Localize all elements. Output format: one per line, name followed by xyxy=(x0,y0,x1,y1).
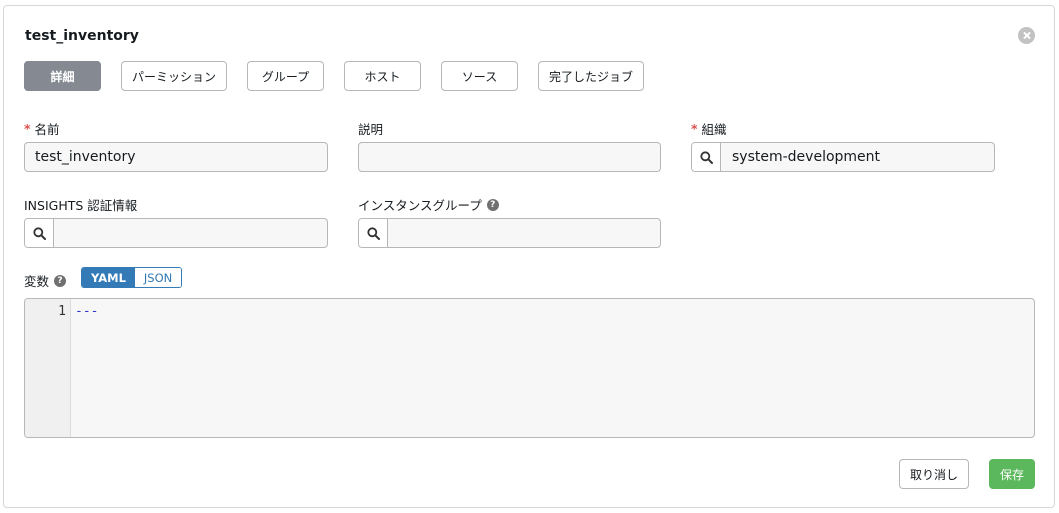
line-number: 1 xyxy=(58,304,66,319)
help-icon[interactable]: ? xyxy=(486,198,499,211)
json-toggle-button[interactable]: JSON xyxy=(134,268,182,287)
help-icon[interactable]: ? xyxy=(54,274,67,287)
variables-format-toggle: YAML JSON xyxy=(81,267,183,288)
insights-lookup xyxy=(24,218,328,248)
insights-input[interactable] xyxy=(54,219,327,247)
code-line: --- xyxy=(75,304,99,319)
tab-details[interactable]: 詳細 xyxy=(24,61,101,91)
organization-lookup xyxy=(691,142,995,172)
instance-groups-input[interactable] xyxy=(388,219,660,247)
insights-label-text: INSIGHTS 認証情報 xyxy=(24,198,138,213)
search-icon xyxy=(699,150,713,164)
required-marker: * xyxy=(691,121,698,136)
tab-permissions[interactable]: パーミッション xyxy=(121,61,227,91)
organization-input[interactable] xyxy=(721,143,994,171)
save-button[interactable]: 保存 xyxy=(989,459,1035,489)
name-label: * 名前 xyxy=(24,119,60,138)
description-input[interactable] xyxy=(358,142,661,172)
description-label-text: 説明 xyxy=(358,122,384,137)
close-icon[interactable] xyxy=(1018,27,1035,44)
organization-label: * 組織 xyxy=(691,119,727,138)
variables-label-text: 変数 xyxy=(24,274,50,289)
instance-groups-lookup xyxy=(358,218,661,248)
name-label-text: 名前 xyxy=(34,122,60,137)
tab-completed-jobs[interactable]: 完了したジョブ xyxy=(538,61,644,91)
organization-search-button[interactable] xyxy=(692,143,721,171)
variables-label: 変数 ? xyxy=(24,271,67,290)
insights-label: INSIGHTS 認証情報 xyxy=(24,195,137,214)
form-title: test_inventory xyxy=(25,28,139,44)
description-label: 説明 xyxy=(358,119,383,138)
yaml-toggle-button[interactable]: YAML xyxy=(82,268,135,287)
tab-hosts[interactable]: ホスト xyxy=(344,61,421,91)
name-input[interactable] xyxy=(24,142,328,172)
organization-label-text: 組織 xyxy=(701,122,727,137)
search-icon xyxy=(366,226,380,240)
variables-editor[interactable]: 1 --- xyxy=(24,298,1035,438)
required-marker: * xyxy=(24,121,31,136)
instance-groups-label-text: インスタンスグループ xyxy=(358,198,482,213)
instance-groups-search-button[interactable] xyxy=(359,219,388,247)
tab-groups[interactable]: グループ xyxy=(247,61,324,91)
search-icon xyxy=(32,226,46,240)
instance-groups-label: インスタンスグループ ? xyxy=(358,195,499,214)
editor-gutter: 1 xyxy=(25,299,71,437)
tab-sources[interactable]: ソース xyxy=(441,61,518,91)
insights-search-button[interactable] xyxy=(25,219,54,247)
cancel-button[interactable]: 取り消し xyxy=(899,459,969,489)
